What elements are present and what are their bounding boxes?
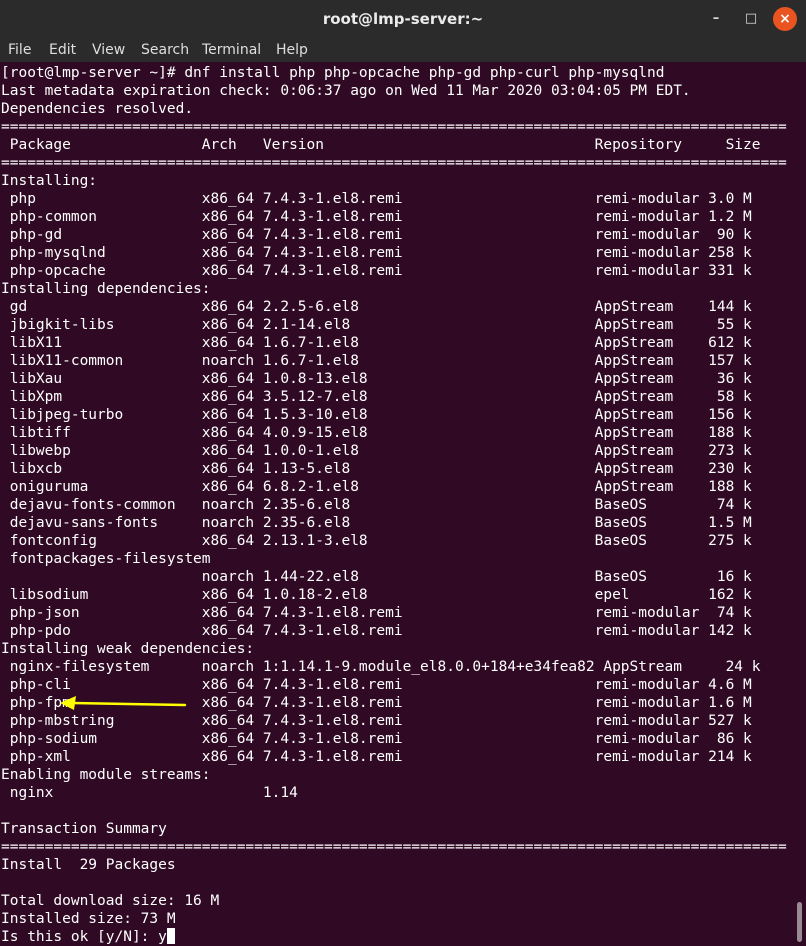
terminal-line: gd x86_64 2.2.5-6.el8 AppStream 144 k (1, 299, 752, 315)
terminal-line: oniguruma x86_64 6.8.2-1.el8 AppStream 1… (1, 479, 752, 495)
menu-help[interactable]: Help (276, 38, 308, 62)
confirm-prompt: Is this ok [y/N]: (1, 929, 159, 944)
window-title: root@lmp-server:~ (322, 10, 484, 28)
terminal-line: ========================================… (1, 839, 787, 855)
terminal-line: php-cli x86_64 7.4.3-1.el8.remi remi-mod… (1, 677, 752, 693)
text-cursor (166, 928, 175, 944)
menu-view[interactable]: View (92, 38, 125, 62)
menu-file[interactable]: File (8, 38, 31, 62)
terminal-line: noarch 1.44-22.el8 BaseOS 16 k (1, 569, 752, 585)
terminal-line: php-fpm x86_64 7.4.3-1.el8.remi remi-mod… (1, 695, 752, 711)
terminal-line: php-mysqlnd x86_64 7.4.3-1.el8.remi remi… (1, 245, 752, 261)
terminal-line: php-pdo x86_64 7.4.3-1.el8.remi remi-mod… (1, 623, 752, 639)
menu-edit[interactable]: Edit (49, 38, 76, 62)
terminal-line: libXau x86_64 1.0.8-13.el8 AppStream 36 … (1, 371, 752, 387)
terminal-line: Transaction Summary (1, 821, 167, 837)
terminal-line: Installing: (1, 173, 98, 189)
terminal-line: Installed size: 73 M (1, 911, 176, 927)
terminal-line: nginx 1.14 (1, 785, 298, 801)
terminal-line: php-json x86_64 7.4.3-1.el8.remi remi-mo… (1, 605, 752, 621)
terminal-line: php-mbstring x86_64 7.4.3-1.el8.remi rem… (1, 713, 752, 729)
terminal-line: php-gd x86_64 7.4.3-1.el8.remi remi-modu… (1, 227, 752, 243)
terminal-line: Dependencies resolved. (1, 101, 194, 117)
terminal-line: libX11 x86_64 1.6.7-1.el8 AppStream 612 … (1, 335, 752, 351)
terminal-window: root@lmp-server:~ – □ × File Edit View S… (0, 0, 806, 946)
terminal-line: jbigkit-libs x86_64 2.1-14.el8 AppStream… (1, 317, 752, 333)
terminal-line: libxcb x86_64 1.13-5.el8 AppStream 230 k (1, 461, 752, 477)
close-button[interactable]: × (773, 7, 797, 31)
terminal-line: Last metadata expiration check: 0:06:37 … (1, 83, 691, 99)
terminal-line: Package Arch Version Repository Size (1, 137, 761, 153)
menu-search[interactable]: Search (141, 38, 189, 62)
terminal-line: php x86_64 7.4.3-1.el8.remi remi-modular… (1, 191, 752, 207)
terminal-line: php-xml x86_64 7.4.3-1.el8.remi remi-mod… (1, 749, 752, 765)
terminal-line: fontconfig x86_64 2.13.1-3.el8 BaseOS 27… (1, 533, 752, 549)
terminal-line: php-sodium x86_64 7.4.3-1.el8.remi remi-… (1, 731, 752, 747)
prompt-input-value[interactable]: y (158, 929, 167, 944)
terminal-line: [root@lmp-server ~]# dnf install php php… (1, 65, 665, 81)
terminal-line: Total download size: 16 M (1, 893, 220, 909)
terminal-line: dejavu-fonts-common noarch 2.35-6.el8 Ba… (1, 497, 752, 513)
minimize-button[interactable]: – (704, 7, 728, 31)
terminal-line: ========================================… (1, 119, 787, 135)
terminal-line: php-common x86_64 7.4.3-1.el8.remi remi-… (1, 209, 752, 225)
menu-bar: File Edit View Search Terminal Help (0, 38, 806, 62)
terminal-line: nginx-filesystem noarch 1:1.14.1-9.modul… (1, 659, 761, 675)
terminal-line: Install 29 Packages (1, 857, 176, 873)
terminal-output[interactable]: [root@lmp-server ~]# dnf install php php… (1, 64, 794, 944)
terminal-line: libtiff x86_64 4.0.9-15.el8 AppStream 18… (1, 425, 752, 441)
terminal-line: fontpackages-filesystem (1, 551, 211, 567)
prompt-line[interactable]: Is this ok [y/N]: y (1, 928, 794, 944)
terminal-line: Installing weak dependencies: (1, 641, 255, 657)
scrollbar[interactable] (795, 64, 806, 946)
title-bar[interactable]: root@lmp-server:~ – □ × (0, 0, 806, 38)
terminal-line: libjpeg-turbo x86_64 1.5.3-10.el8 AppStr… (1, 407, 752, 423)
terminal-line: Enabling module streams: (1, 767, 211, 783)
terminal-line: libwebp x86_64 1.0.0-1.el8 AppStream 273… (1, 443, 752, 459)
terminal-line: php-opcache x86_64 7.4.3-1.el8.remi remi… (1, 263, 752, 279)
terminal-line: libX11-common noarch 1.6.7-1.el8 AppStre… (1, 353, 752, 369)
maximize-button[interactable]: □ (739, 7, 763, 31)
terminal-line: libXpm x86_64 3.5.12-7.el8 AppStream 58 … (1, 389, 752, 405)
menu-terminal[interactable]: Terminal (202, 38, 261, 62)
terminal-line: libsodium x86_64 1.0.18-2.el8 epel 162 k (1, 587, 752, 603)
scrollbar-thumb[interactable] (797, 902, 802, 942)
terminal-line: Installing dependencies: (1, 281, 211, 297)
terminal-line: ========================================… (1, 155, 787, 171)
terminal-line: dejavu-sans-fonts noarch 2.35-6.el8 Base… (1, 515, 752, 531)
